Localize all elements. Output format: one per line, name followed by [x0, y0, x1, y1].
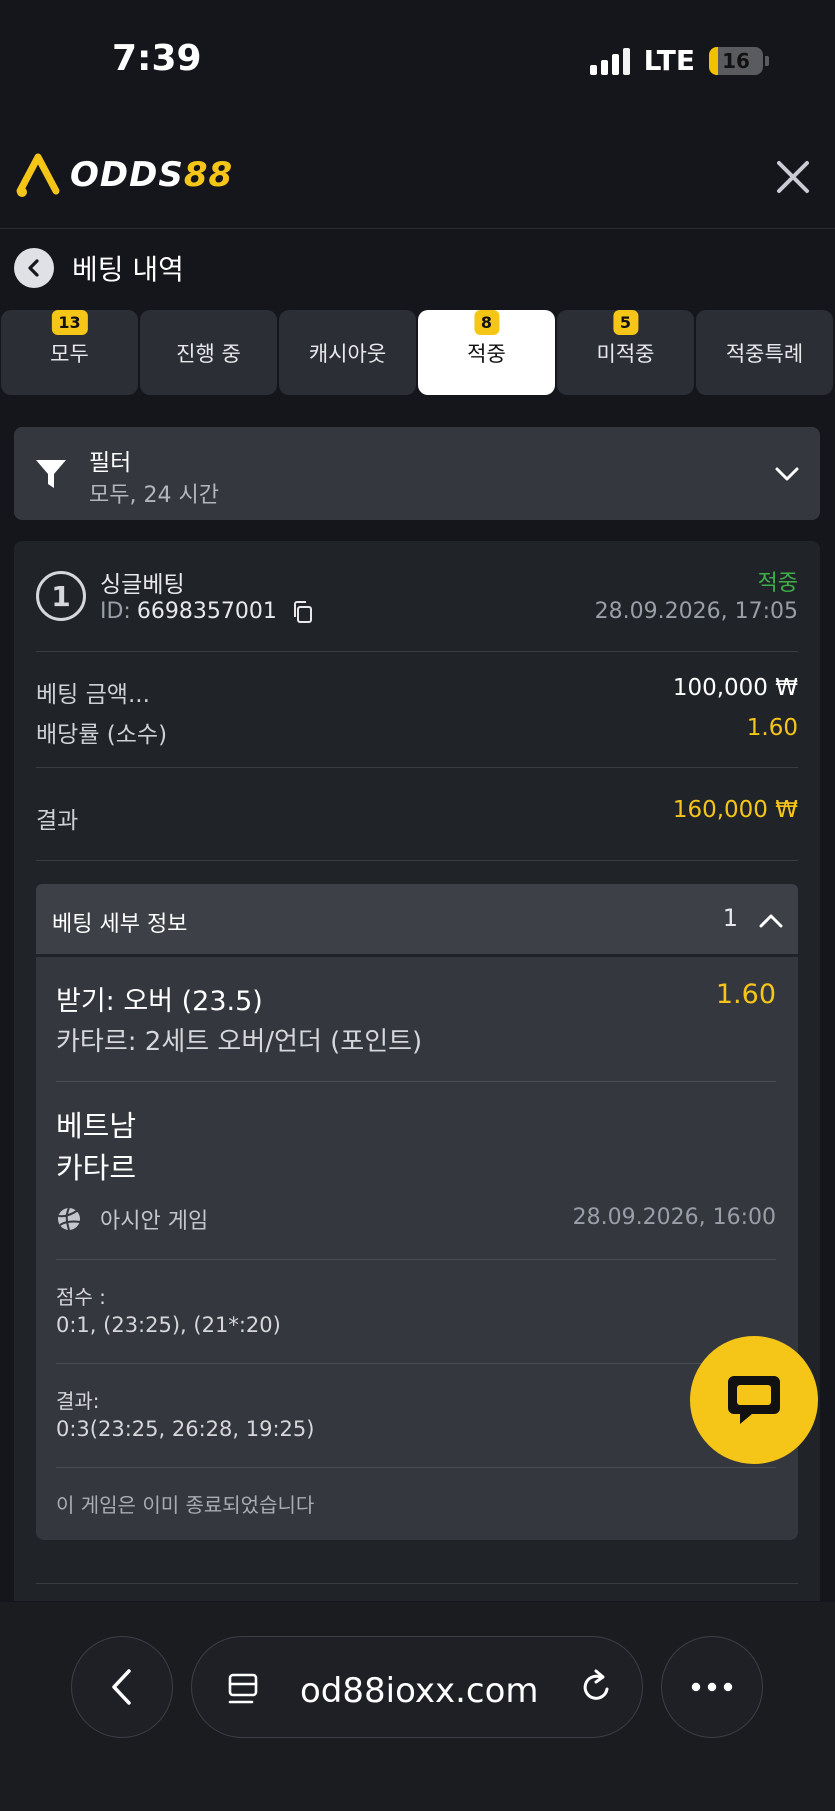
volleyball-icon: [58, 1207, 81, 1231]
tab-special[interactable]: 적중특례: [696, 310, 833, 395]
game-ended-note: 이 게임은 이미 종료되었습니다: [56, 1493, 315, 1517]
result-value: 160,000 ₩: [672, 797, 798, 823]
live-chat-button[interactable]: [690, 1336, 818, 1464]
browser-toolbar: od88ioxx.com: [0, 1602, 835, 1811]
back-button[interactable]: [14, 248, 54, 288]
single-bet-icon: 1: [36, 571, 86, 621]
team-away: 카타르: [56, 1151, 137, 1185]
more-icon: [691, 1682, 733, 1692]
divider: [56, 1363, 776, 1364]
selection: 받기: 오버 (23.5): [56, 986, 263, 1017]
tab-lost[interactable]: 5 미적중: [557, 310, 694, 395]
chevron-left-icon: [112, 1669, 131, 1705]
filter-dropdown[interactable]: 필터 모두, 24 시간: [14, 427, 820, 520]
chevron-left-icon: [28, 259, 39, 277]
divider: [56, 1081, 776, 1082]
score-value: 0:1, (23:25), (21*:20): [56, 1313, 281, 1337]
browser-back-button[interactable]: [71, 1636, 173, 1738]
result-label: 결과: [36, 808, 79, 834]
tab-label: 적중특례: [725, 341, 804, 366]
league-name: 아시안 게임: [100, 1209, 209, 1234]
status-bar: 7:39 LTE 16: [0, 0, 835, 125]
team-home: 베트남: [56, 1109, 137, 1143]
url-text: od88ioxx.com: [300, 1671, 539, 1711]
close-button[interactable]: [771, 155, 815, 199]
logo[interactable]: ODDS88: [14, 151, 233, 199]
tab-badge: 8: [473, 310, 500, 335]
filter-title: 필터: [89, 450, 132, 476]
logo-text: ODDS88: [70, 155, 234, 195]
chat-icon: [728, 1376, 780, 1424]
bet-id-label: ID:: [100, 599, 131, 624]
bet-details-header[interactable]: 베팅 세부 정보 1: [36, 884, 798, 954]
odds-value: 1.60: [746, 715, 798, 741]
status-indicators: LTE 16: [589, 44, 769, 77]
tab-label: 모두: [50, 341, 89, 366]
match-datetime: 28.09.2026, 16:00: [572, 1205, 776, 1230]
bet-status: 적중: [757, 571, 798, 596]
chevron-up-icon: [759, 914, 783, 928]
battery-icon: 16: [709, 46, 763, 75]
battery-cap: [765, 55, 769, 66]
tab-label: 진행 중: [176, 341, 241, 366]
tab-badge: 13: [51, 310, 88, 335]
tab-label: 캐시아웃: [308, 341, 387, 366]
final-result-label: 결과:: [56, 1389, 100, 1413]
battery-level: 16: [722, 48, 750, 73]
bet-id: ID: 6698357001: [100, 599, 315, 624]
tab-label: 미적중: [596, 341, 655, 366]
browser-more-button[interactable]: [661, 1636, 763, 1738]
bet-details-body: 받기: 오버 (23.5) 1.60 카타르: 2세트 오버/언더 (포인트) …: [36, 957, 798, 1540]
bet-datetime: 28.09.2026, 17:05: [594, 599, 798, 624]
league-row: 아시안 게임: [56, 1203, 208, 1235]
reader-icon: [228, 1673, 258, 1704]
bet-details-title: 베팅 세부 정보: [52, 912, 188, 937]
divider: [36, 860, 798, 861]
page-title: 베팅 내역: [72, 253, 184, 286]
status-time: 7:39: [112, 38, 202, 79]
tab-bar: 13 모두 진행 중 캐시아웃 8 적중 5 미적중 적중특례: [0, 310, 835, 395]
bet-id-value: 6698357001: [136, 599, 277, 624]
divider: [36, 767, 798, 768]
network-type: LTE: [643, 44, 695, 77]
odds-label: 배당률 (소수): [36, 722, 168, 748]
tab-in-progress[interactable]: 진행 중: [140, 310, 277, 395]
divider: [36, 1583, 798, 1584]
divider: [56, 1467, 776, 1468]
app-header: ODDS88: [0, 125, 835, 229]
tab-label: 적중: [467, 341, 506, 366]
tab-cashout[interactable]: 캐시아웃: [279, 310, 416, 395]
bet-card: 1 싱글베팅 ID: 6698357001 적중 28.09.2026, 17:…: [14, 541, 820, 1601]
divider: [56, 1259, 776, 1260]
page-title-row: 베팅 내역: [14, 248, 184, 288]
tab-won[interactable]: 8 적중: [418, 310, 555, 395]
filter-value: 모두, 24 시간: [89, 483, 219, 508]
stake-value: 100,000 ₩: [672, 675, 798, 701]
close-icon: [777, 161, 809, 193]
stake-label: 베팅 금액...: [36, 682, 150, 708]
logo-icon: [16, 153, 60, 197]
signal-icon: [589, 47, 630, 75]
selection-odds: 1.60: [715, 979, 776, 1010]
copy-icon[interactable]: [291, 600, 315, 624]
address-bar[interactable]: od88ioxx.com: [191, 1636, 643, 1738]
bet-details-count: 1: [722, 904, 738, 932]
score-label: 점수 :: [56, 1285, 106, 1309]
tab-badge: 5: [612, 310, 639, 335]
tab-all[interactable]: 13 모두: [1, 310, 138, 395]
filter-icon: [36, 460, 66, 488]
final-result-value: 0:3(23:25, 26:28, 19:25): [56, 1417, 315, 1441]
divider: [36, 651, 798, 652]
reload-icon[interactable]: [576, 1667, 616, 1707]
bet-type: 싱글베팅: [100, 572, 185, 598]
chevron-down-icon: [775, 467, 799, 481]
battery-fill: [709, 46, 718, 75]
market-name: 카타르: 2세트 오버/언더 (포인트): [56, 1027, 423, 1057]
